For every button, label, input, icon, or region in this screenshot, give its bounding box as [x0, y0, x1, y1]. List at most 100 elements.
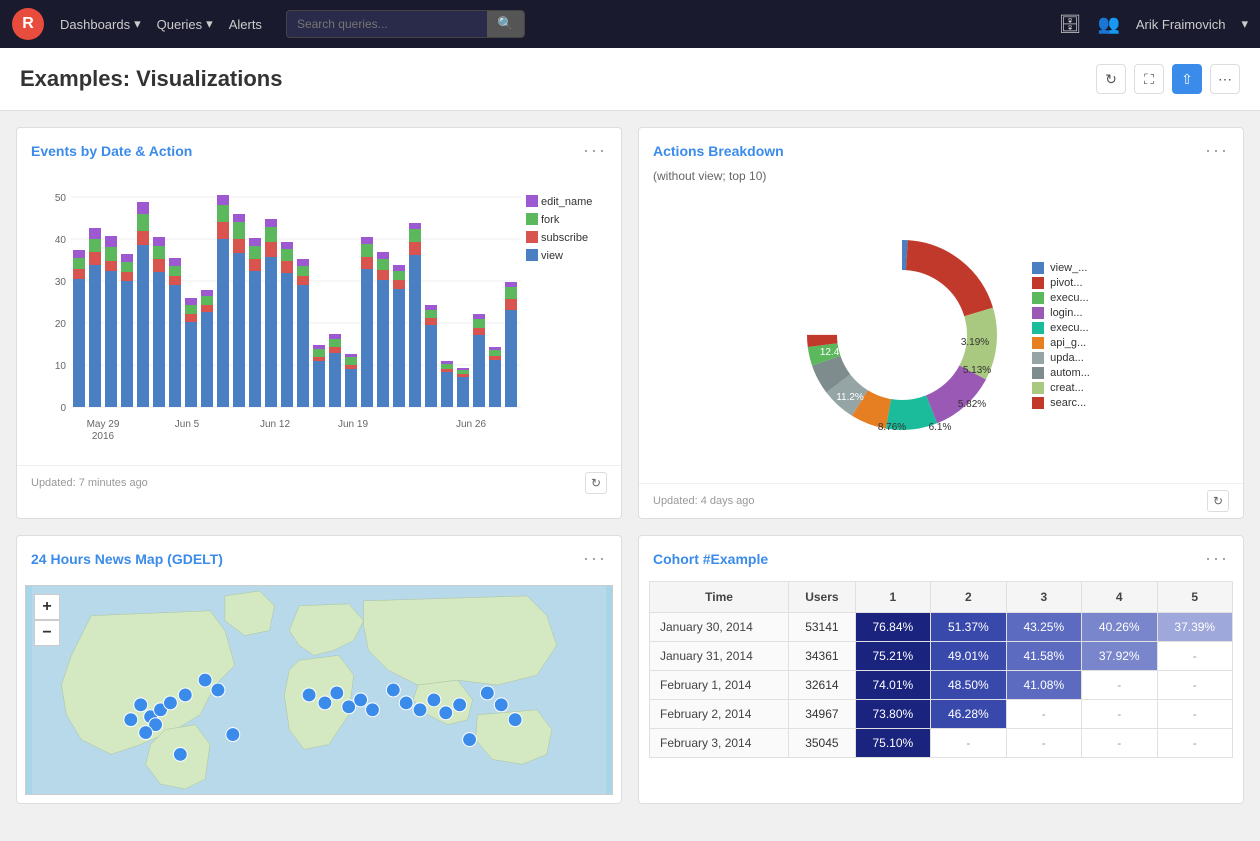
events-refresh-button[interactable]: ↻ — [585, 472, 607, 494]
nav-right: 🗄 👥 Arik Fraimovich ▾ — [1059, 14, 1248, 35]
database-icon[interactable]: 🗄 — [1059, 14, 1082, 35]
row-cell: - — [1157, 642, 1233, 671]
actions-refresh-button[interactable]: ↻ — [1207, 490, 1229, 512]
nav-queries[interactable]: Queries ▾ — [157, 16, 213, 32]
widget-cohort-body: Time Users 1 2 3 4 5 January 30, 2014 53… — [639, 577, 1243, 768]
app-logo[interactable]: R — [12, 8, 44, 40]
svg-text:26%: 26% — [932, 292, 952, 303]
nav-dashboards[interactable]: Dashboards ▾ — [60, 16, 141, 32]
events-updated-text: Updated: 7 minutes ago — [31, 477, 148, 489]
donut-chart-svg: 26% 19.4% 12.4% 11.2% 8.76% 6.1% 5.82% 5… — [792, 225, 1012, 445]
svg-text:0: 0 — [60, 403, 66, 414]
row-cell: 76.84% — [855, 613, 930, 642]
widget-actions-menu[interactable]: ··· — [1205, 140, 1229, 161]
row-cell: 46.28% — [931, 700, 1006, 729]
navbar: R Dashboards ▾ Queries ▾ Alerts 🔍 🗄 👥 Ar… — [0, 0, 1260, 48]
map-display[interactable]: + − — [25, 585, 613, 795]
row-cell: 49.01% — [931, 642, 1006, 671]
map-zoom-out[interactable]: − — [34, 620, 60, 646]
users-icon[interactable]: 👥 — [1097, 14, 1119, 35]
col-2: 2 — [931, 582, 1006, 613]
row-cell: - — [1082, 700, 1157, 729]
svg-text:fork: fork — [541, 214, 560, 226]
map-controls: + − — [34, 594, 60, 646]
widget-events: Events by Date & Action ··· 50 40 30 20 — [16, 127, 622, 519]
svg-text:6.1%: 6.1% — [929, 422, 952, 433]
legend-label: execu... — [1050, 292, 1089, 304]
legend-label: login... — [1050, 307, 1082, 319]
legend-item-api: api_g... — [1032, 337, 1090, 349]
search-button[interactable]: 🔍 — [487, 11, 524, 37]
svg-text:Jun 26: Jun 26 — [456, 419, 486, 430]
svg-text:30: 30 — [55, 277, 67, 288]
legend-item-autom: autom... — [1032, 367, 1090, 379]
page-header: Examples: Visualizations ↻ ⛶ ⇧ ⋯ — [0, 48, 1260, 111]
row-users: 35045 — [789, 729, 856, 758]
widget-events-body: 50 40 30 20 10 0 — [17, 169, 621, 465]
fullscreen-button[interactable]: ⛶ — [1134, 64, 1164, 94]
svg-text:Jun 19: Jun 19 — [338, 419, 368, 430]
widget-actions: Actions Breakdown ··· (without view; top… — [638, 127, 1244, 519]
cohort-table: Time Users 1 2 3 4 5 January 30, 2014 53… — [649, 581, 1233, 758]
legend-item-upda: upda... — [1032, 352, 1090, 364]
user-menu-icon[interactable]: ▾ — [1241, 16, 1248, 32]
legend-label: pivot... — [1050, 277, 1082, 289]
col-3: 3 — [1006, 582, 1081, 613]
row-users: 34361 — [789, 642, 856, 671]
svg-text:2016: 2016 — [92, 431, 115, 442]
svg-text:20: 20 — [55, 319, 67, 330]
user-name: Arik Fraimovich — [1136, 17, 1226, 32]
widget-cohort-menu[interactable]: ··· — [1205, 548, 1229, 569]
table-row: January 30, 2014 53141 76.84% 51.37% 43.… — [650, 613, 1233, 642]
row-cell: - — [1006, 729, 1081, 758]
svg-text:May 29: May 29 — [87, 419, 120, 430]
col-1: 1 — [855, 582, 930, 613]
svg-text:Jun 5: Jun 5 — [175, 419, 200, 430]
widget-events-header: Events by Date & Action ··· — [17, 128, 621, 169]
table-row: January 31, 2014 34361 75.21% 49.01% 41.… — [650, 642, 1233, 671]
header-actions: ↻ ⛶ ⇧ ⋯ — [1096, 64, 1240, 94]
legend-color-autom — [1032, 367, 1044, 379]
row-time: February 3, 2014 — [650, 729, 789, 758]
widget-map-menu[interactable]: ··· — [583, 548, 607, 569]
table-row: February 2, 2014 34967 73.80% 46.28% - -… — [650, 700, 1233, 729]
svg-text:10: 10 — [55, 361, 67, 372]
legend-color-upda — [1032, 352, 1044, 364]
row-time: January 30, 2014 — [650, 613, 789, 642]
page-title: Examples: Visualizations — [20, 66, 282, 92]
col-time: Time — [650, 582, 789, 613]
chevron-icon: ▾ — [206, 16, 213, 32]
map-zoom-in[interactable]: + — [34, 594, 60, 620]
legend-item-searc: searc... — [1032, 397, 1090, 409]
row-cell: 73.80% — [855, 700, 930, 729]
share-button[interactable]: ⇧ — [1172, 64, 1202, 94]
widget-events-menu[interactable]: ··· — [583, 140, 607, 161]
widget-cohort-header: Cohort #Example ··· — [639, 536, 1243, 577]
widget-cohort: Cohort #Example ··· Time Users 1 2 3 4 5 — [638, 535, 1244, 804]
events-chart: 50 40 30 20 10 0 — [31, 177, 607, 457]
widget-actions-header: Actions Breakdown ··· — [639, 128, 1243, 169]
more-button[interactable]: ⋯ — [1210, 64, 1240, 94]
row-cell: 51.37% — [931, 613, 1006, 642]
svg-text:3.19%: 3.19% — [961, 337, 989, 348]
refresh-button[interactable]: ↻ — [1096, 64, 1126, 94]
row-users: 53141 — [789, 613, 856, 642]
row-cell: - — [931, 729, 1006, 758]
col-5: 5 — [1157, 582, 1233, 613]
row-cell: - — [1006, 700, 1081, 729]
legend-label: creat... — [1050, 382, 1084, 394]
svg-text:40: 40 — [55, 235, 67, 246]
row-cell: 75.21% — [855, 642, 930, 671]
widget-actions-title: Actions Breakdown — [653, 143, 784, 159]
row-time: January 31, 2014 — [650, 642, 789, 671]
nav-alerts[interactable]: Alerts — [229, 17, 262, 32]
svg-text:50: 50 — [55, 193, 67, 204]
col-4: 4 — [1082, 582, 1157, 613]
svg-text:view: view — [541, 250, 563, 262]
row-cell: - — [1157, 671, 1233, 700]
table-row: February 1, 2014 32614 74.01% 48.50% 41.… — [650, 671, 1233, 700]
donut-chart-container: 26% 19.4% 12.4% 11.2% 8.76% 6.1% 5.82% 5… — [653, 195, 1229, 475]
search-input[interactable] — [287, 12, 487, 36]
svg-text:8.76%: 8.76% — [878, 422, 906, 433]
table-row: February 3, 2014 35045 75.10% - - - - — [650, 729, 1233, 758]
